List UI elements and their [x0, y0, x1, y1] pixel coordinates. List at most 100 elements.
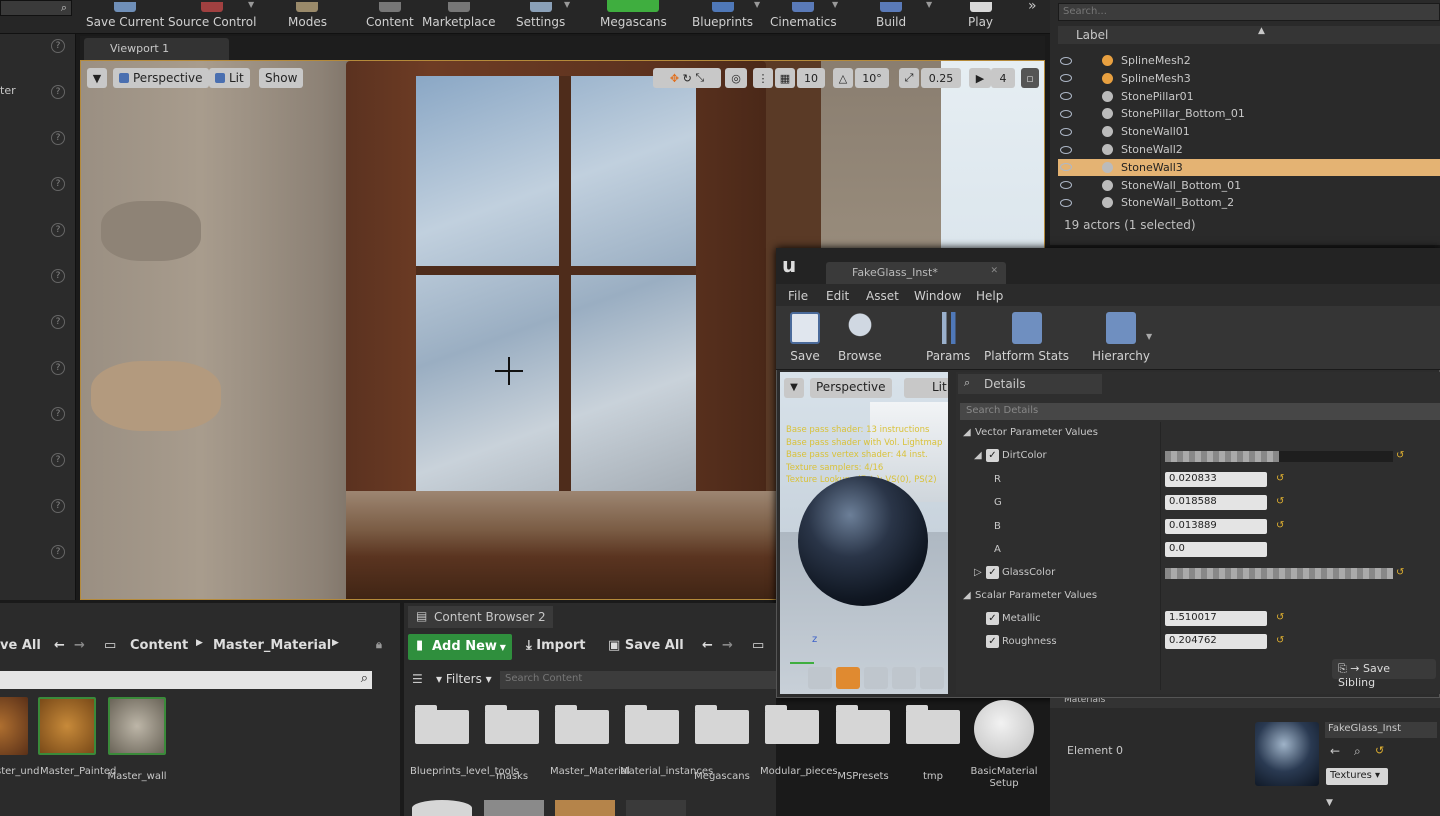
save-button[interactable]: Save: [790, 312, 820, 363]
lit-button[interactable]: Lit: [209, 68, 250, 88]
outliner-row[interactable]: SplineMesh3: [1058, 70, 1440, 87]
roughness-checkbox[interactable]: ✓: [986, 635, 999, 648]
sources-toggle-icon[interactable]: ☰: [412, 672, 423, 686]
help-icon[interactable]: ?: [51, 269, 65, 283]
teapot-icon[interactable]: [920, 667, 944, 689]
tab-viewport-1[interactable]: Viewport 1: [84, 38, 229, 60]
reset-icon[interactable]: ↺: [1276, 635, 1284, 646]
visibility-eye-icon[interactable]: [1060, 198, 1072, 207]
basic-material-thumbnail[interactable]: [974, 700, 1034, 758]
outliner-row[interactable]: StoneWall3: [1058, 158, 1440, 176]
platform-stats-button[interactable]: Platform Stats: [984, 312, 1069, 363]
breadcrumb-arrow-icon[interactable]: ▶: [332, 638, 339, 648]
help-icon[interactable]: ?: [51, 85, 65, 99]
outliner-label-header[interactable]: Label ▲: [1058, 26, 1440, 44]
reset-icon[interactable]: ↺: [1276, 612, 1284, 623]
browse-button[interactable]: Browse: [838, 312, 882, 363]
maximize-icon[interactable]: ▫: [1021, 68, 1039, 88]
dirtcolor-swatch[interactable]: [1165, 451, 1279, 462]
source-control-button[interactable]: Source Control: [168, 0, 256, 34]
metallic-value-input[interactable]: 1.510017: [1165, 611, 1267, 626]
chevron-down-icon[interactable]: ▼: [1146, 332, 1152, 341]
collapse-arrow-icon[interactable]: ◢: [963, 427, 971, 438]
import-button[interactable]: ⤓ Import: [526, 638, 586, 653]
menu-asset[interactable]: Asset: [866, 289, 899, 303]
expand-down-icon[interactable]: ▼: [1326, 798, 1333, 808]
scale-snap-value[interactable]: 0.25: [921, 68, 961, 88]
dirtcolor-alpha-swatch[interactable]: [1279, 451, 1393, 462]
asset-search-input[interactable]: ⌕: [0, 671, 372, 689]
a-value-input[interactable]: 0.0: [1165, 542, 1267, 557]
visibility-eye-icon[interactable]: [1060, 56, 1072, 65]
breadcrumb-arrow-icon[interactable]: ▶: [196, 638, 203, 648]
search-icon[interactable]: ⌕: [1354, 744, 1361, 759]
save-current-button[interactable]: Save Current: [86, 0, 164, 34]
chevron-down-icon[interactable]: ▼: [926, 0, 932, 9]
sphere-icon[interactable]: [836, 667, 860, 689]
cylinder-icon[interactable]: [808, 667, 832, 689]
marketplace-button[interactable]: Marketplace: [422, 0, 496, 34]
rotation-snap-icon[interactable]: △: [833, 68, 853, 88]
params-button[interactable]: Params: [926, 312, 970, 363]
tab-details[interactable]: Details ⌕: [958, 374, 1102, 394]
cube-icon[interactable]: [892, 667, 916, 689]
menu-file[interactable]: File: [788, 289, 808, 303]
back-arrow-icon[interactable]: ←: [54, 638, 65, 653]
content-search-input[interactable]: Search Content: [500, 671, 776, 689]
preview-options-dropdown[interactable]: ▼: [784, 378, 804, 398]
outliner-row[interactable]: StoneWall_Bottom_01: [1058, 177, 1440, 194]
breadcrumb-content[interactable]: Content: [130, 638, 188, 653]
visibility-eye-icon[interactable]: [1060, 74, 1072, 83]
grid-snap-icon[interactable]: ▦: [775, 68, 795, 88]
visibility-eye-icon[interactable]: [1060, 181, 1072, 190]
expand-arrow-icon[interactable]: ▷: [974, 567, 982, 578]
help-icon[interactable]: ?: [51, 39, 65, 53]
reset-icon[interactable]: ↺: [1375, 744, 1384, 757]
folder-icon[interactable]: [415, 705, 469, 744]
material-asset-field[interactable]: FakeGlass_Inst: [1325, 722, 1437, 738]
scale-snap-icon[interactable]: ⤢: [899, 68, 919, 88]
chevron-down-icon[interactable]: ▼: [754, 0, 760, 9]
outliner-row[interactable]: StonePillar_Bottom_01: [1058, 105, 1440, 122]
help-icon[interactable]: ?: [51, 361, 65, 375]
modes-button[interactable]: Modes: [288, 0, 327, 34]
reset-icon[interactable]: ↺: [1276, 473, 1284, 484]
glasscolor-checkbox[interactable]: ✓: [986, 566, 999, 579]
play-button[interactable]: Play: [968, 0, 993, 34]
r-value-input[interactable]: 0.020833: [1165, 472, 1267, 487]
surface-snap-icon[interactable]: ⋮: [753, 68, 773, 88]
collapse-arrow-icon[interactable]: ◢: [974, 450, 982, 461]
save-sibling-button[interactable]: ⎘ → Save Sibling: [1332, 659, 1436, 689]
filters-button[interactable]: ▾ Filters ▾: [436, 672, 492, 686]
rotation-snap-value[interactable]: 10°: [855, 68, 889, 88]
preview-perspective-button[interactable]: Perspective: [810, 378, 892, 398]
outliner-row[interactable]: SplineMesh2: [1058, 52, 1440, 69]
asset-thumbnail[interactable]: [626, 800, 686, 816]
hierarchy-button[interactable]: Hierarchy: [1092, 312, 1150, 363]
outliner-row[interactable]: StonePillar01: [1058, 88, 1440, 105]
visibility-eye-icon[interactable]: [1060, 127, 1072, 136]
outliner-row[interactable]: StoneWall01: [1058, 123, 1440, 140]
menu-edit[interactable]: Edit: [826, 289, 849, 303]
b-value-input[interactable]: 0.013889: [1165, 519, 1267, 534]
reset-icon[interactable]: ↺: [1276, 496, 1284, 507]
perspective-button[interactable]: Perspective: [113, 68, 209, 88]
details-search-input[interactable]: Search Details: [960, 403, 1440, 420]
folder-icon[interactable]: [555, 705, 609, 744]
grid-snap-value[interactable]: 10: [797, 68, 825, 88]
world-local-icon[interactable]: ◎: [725, 68, 747, 88]
dirtcolor-checkbox[interactable]: ✓: [986, 449, 999, 462]
chevron-down-icon[interactable]: ▼: [248, 0, 254, 9]
help-icon[interactable]: ?: [51, 223, 65, 237]
save-all-button[interactable]: ▣ Save All: [608, 638, 684, 653]
megascans-button[interactable]: Megascans: [600, 0, 667, 34]
asset-thumbnail[interactable]: [555, 800, 615, 816]
asset-thumbnail[interactable]: [38, 697, 96, 755]
glasscolor-swatch[interactable]: [1165, 568, 1393, 579]
menu-window[interactable]: Window: [914, 289, 961, 303]
lock-icon[interactable]: 🔒︎: [376, 638, 382, 652]
add-new-button[interactable]: ▮ Add New ▼: [408, 634, 512, 660]
breadcrumb-master-material[interactable]: Master_Material: [213, 638, 331, 653]
tab-fakeglass-inst[interactable]: FakeGlass_Inst* ✕: [826, 262, 1006, 284]
material-thumbnail[interactable]: [1255, 722, 1319, 786]
